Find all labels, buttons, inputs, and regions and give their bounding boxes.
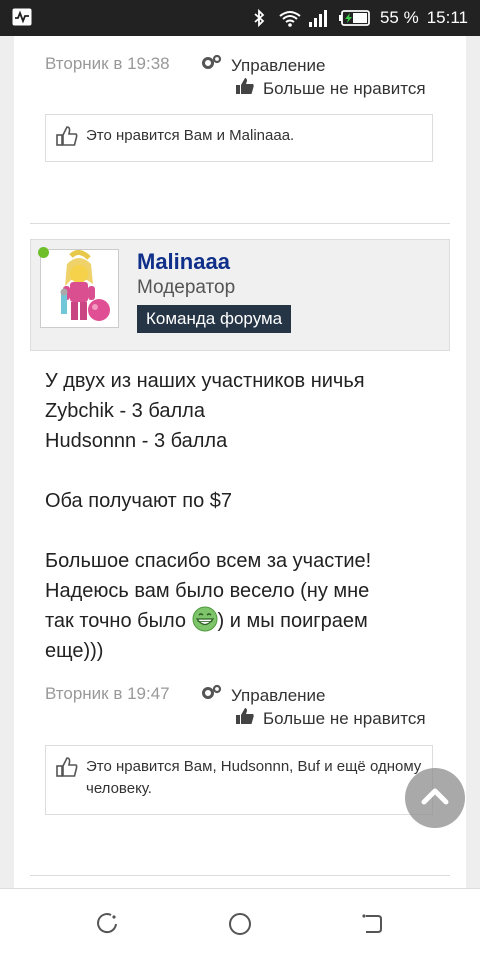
post-divider <box>30 223 450 224</box>
post-timestamp[interactable]: Вторник в 19:47 <box>45 684 170 704</box>
thumbs-up-icon <box>235 77 255 100</box>
author-card: Malinaaa Модератор Команда форума <box>30 239 450 351</box>
scroll-to-top-button[interactable] <box>405 768 465 828</box>
battery-percent: 55 % <box>379 8 419 27</box>
likes-text[interactable]: Это нравится Вам, Hudsonnn, Buf и ещё од… <box>86 756 422 800</box>
post-line: Большое спасибо всем за участие! <box>45 550 372 572</box>
recent-apps-button[interactable] <box>94 911 120 937</box>
author-name[interactable]: Malinaaa <box>137 249 230 275</box>
thumbs-up-icon <box>235 707 255 730</box>
post-line-with-emoji: так точно было ) и мы поиграем <box>45 606 425 636</box>
post-timestamp[interactable]: Вторник в 19:38 <box>45 54 170 74</box>
signal-icon <box>308 8 330 28</box>
post-divider <box>30 875 450 876</box>
unlike-button[interactable]: Больше не нравится <box>235 77 426 100</box>
chevron-up-icon <box>420 786 450 811</box>
online-indicator <box>38 247 49 258</box>
activity-icon <box>12 8 32 26</box>
system-nav-bar <box>0 888 480 960</box>
post-line: Оба получают по $7 <box>45 490 232 512</box>
battery-icon <box>338 8 372 28</box>
post-line: Zybchik - 3 балла <box>45 400 205 422</box>
manage-menu[interactable]: Управление <box>201 54 326 77</box>
thumbs-up-outline-icon <box>56 125 78 154</box>
bluetooth-icon <box>248 8 270 28</box>
clock: 15:11 <box>426 8 468 27</box>
post-line: Hudsonnn - 3 балла <box>45 430 228 452</box>
grin-emoji-icon <box>192 606 218 632</box>
likes-summary: Это нравится Вам и Malinaaa. <box>45 114 433 162</box>
home-button[interactable] <box>227 911 253 937</box>
likes-summary: Это нравится Вам, Hudsonnn, Buf и ещё од… <box>45 745 433 815</box>
author-role: Модератор <box>137 277 236 298</box>
manage-label: Управление <box>231 55 326 75</box>
status-bar: 55 % 15:11 <box>0 0 480 36</box>
avatar[interactable] <box>40 249 119 328</box>
post-text: так точно было <box>45 610 192 632</box>
thumbs-up-outline-icon <box>56 756 78 785</box>
unlike-label: Больше не нравится <box>263 78 426 98</box>
post-line: Надеюсь вам было весело (ну мне <box>45 580 370 602</box>
unlike-button[interactable]: Больше не нравится <box>235 707 426 730</box>
manage-label: Управление <box>231 685 326 705</box>
gear-icon <box>201 54 223 77</box>
post-line: еще))) <box>45 640 104 662</box>
post-line: У двух из наших участников ничья <box>45 370 365 392</box>
likes-text[interactable]: Это нравится Вам и Malinaaa. <box>86 125 294 147</box>
post-text: ) и мы поиграем <box>217 610 368 632</box>
unlike-label: Больше не нравится <box>263 708 426 728</box>
forum-thread: Вторник в 19:38 Управление Больше не нра… <box>14 36 466 888</box>
post-body: У двух из наших участников ничья Zybchik… <box>45 366 425 666</box>
wifi-icon <box>278 8 301 28</box>
gear-icon <box>201 684 223 707</box>
back-button[interactable] <box>360 911 386 937</box>
manage-menu[interactable]: Управление <box>201 684 326 707</box>
author-badge: Команда форума <box>137 305 292 333</box>
